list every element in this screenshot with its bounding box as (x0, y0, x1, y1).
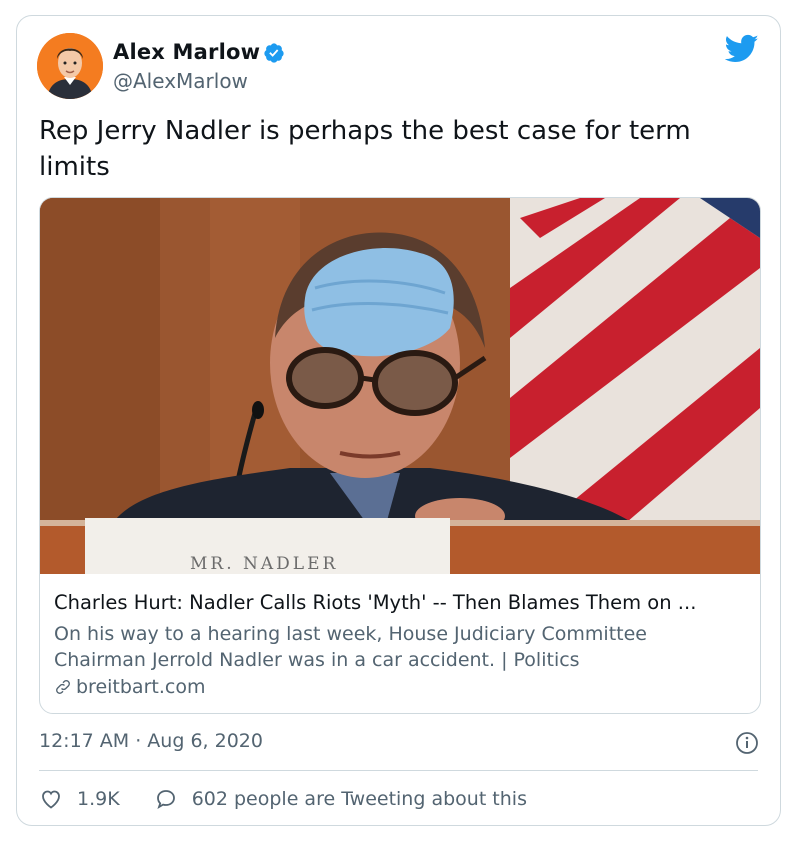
tweet-text: Rep Jerry Nadler is perhaps the best cas… (39, 116, 691, 182)
heart-icon (42, 790, 60, 809)
like-count: 1.9K (77, 788, 120, 810)
speech-bubble-icon (156, 790, 175, 809)
link-preview-card[interactable]: MR. NADLER Charles Hurt: Nadler Calls Ri… (39, 197, 761, 714)
conversation-button[interactable]: 602 people are Tweeting about this (154, 787, 527, 811)
author-name[interactable]: Alex Marlow (113, 40, 260, 64)
avatar-illustration (37, 33, 103, 99)
tweet-timestamp[interactable]: 12:17 AM · Aug 6, 2020 (39, 730, 263, 752)
author-handle[interactable]: @AlexMarlow (113, 69, 248, 93)
divider (39, 770, 758, 771)
name-placard-text: MR. NADLER (190, 554, 339, 574)
link-domain-text: breitbart.com (76, 676, 206, 698)
link-domain[interactable]: breitbart.com (54, 676, 205, 698)
tweet-actions: 1.9K 602 people are Tweeting about this (39, 787, 527, 811)
author-avatar[interactable] (37, 33, 103, 99)
link-icon (56, 680, 70, 694)
like-button[interactable]: 1.9K (39, 787, 120, 811)
article-photo (40, 198, 760, 574)
twitter-bird-icon[interactable] (725, 34, 759, 64)
verified-badge-icon (264, 43, 284, 63)
link-description: On his way to a hearing last week, House… (54, 623, 647, 671)
tweet-card: Alex Marlow @AlexMarlow Rep Jerry Nadler… (16, 15, 781, 826)
info-icon[interactable] (735, 731, 759, 755)
link-title[interactable]: Charles Hurt: Nadler Calls Riots 'Myth' … (54, 591, 754, 614)
conversation-text: 602 people are Tweeting about this (191, 788, 527, 810)
